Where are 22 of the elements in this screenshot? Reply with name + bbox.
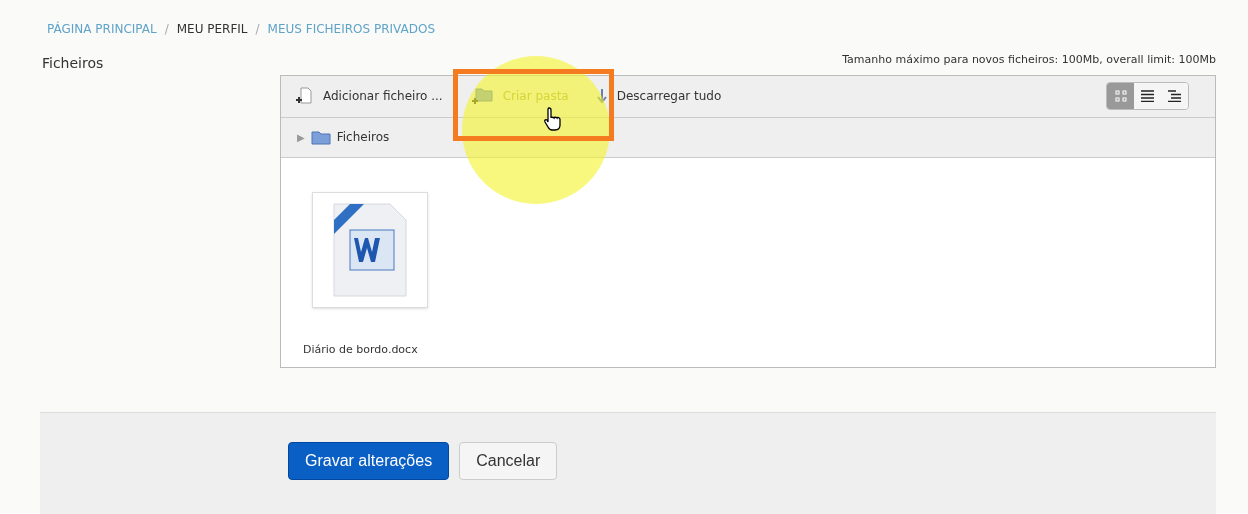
cancel-button[interactable]: Cancelar xyxy=(459,442,558,480)
document-file-icon[interactable] xyxy=(312,191,428,308)
add-file-button[interactable]: Adicionar ficheiro ... xyxy=(295,87,443,105)
breadcrumb-separator: / xyxy=(255,21,260,38)
grid-view-icon xyxy=(1114,90,1127,102)
add-folder-icon xyxy=(470,87,493,105)
list-view-icon xyxy=(1141,90,1154,102)
view-toggle[interactable] xyxy=(1134,83,1161,109)
download-all-button[interactable]: Descarregar tudo xyxy=(596,87,722,105)
file-name: Diário de bordo.docx xyxy=(303,341,418,358)
save-button[interactable]: Gravar alterações xyxy=(288,442,450,480)
view-toggle[interactable] xyxy=(1161,83,1188,109)
size-limit-text: Tamanho máximo para novos ficheiros: 100Mb, overall limit: 100Mb xyxy=(842,52,1216,68)
view-toggle[interactable] xyxy=(1107,83,1134,109)
breadcrumb-text: MEU PERFIL xyxy=(176,21,248,38)
tree-view-icon xyxy=(1168,90,1181,102)
folder-icon xyxy=(310,129,331,145)
field-label: Ficheiros xyxy=(42,54,105,73)
folder-path-link[interactable]: Ficheiros xyxy=(336,128,390,146)
download-icon xyxy=(596,88,607,104)
breadcrumb-separator: / xyxy=(164,21,169,38)
add-file-icon xyxy=(295,87,313,105)
